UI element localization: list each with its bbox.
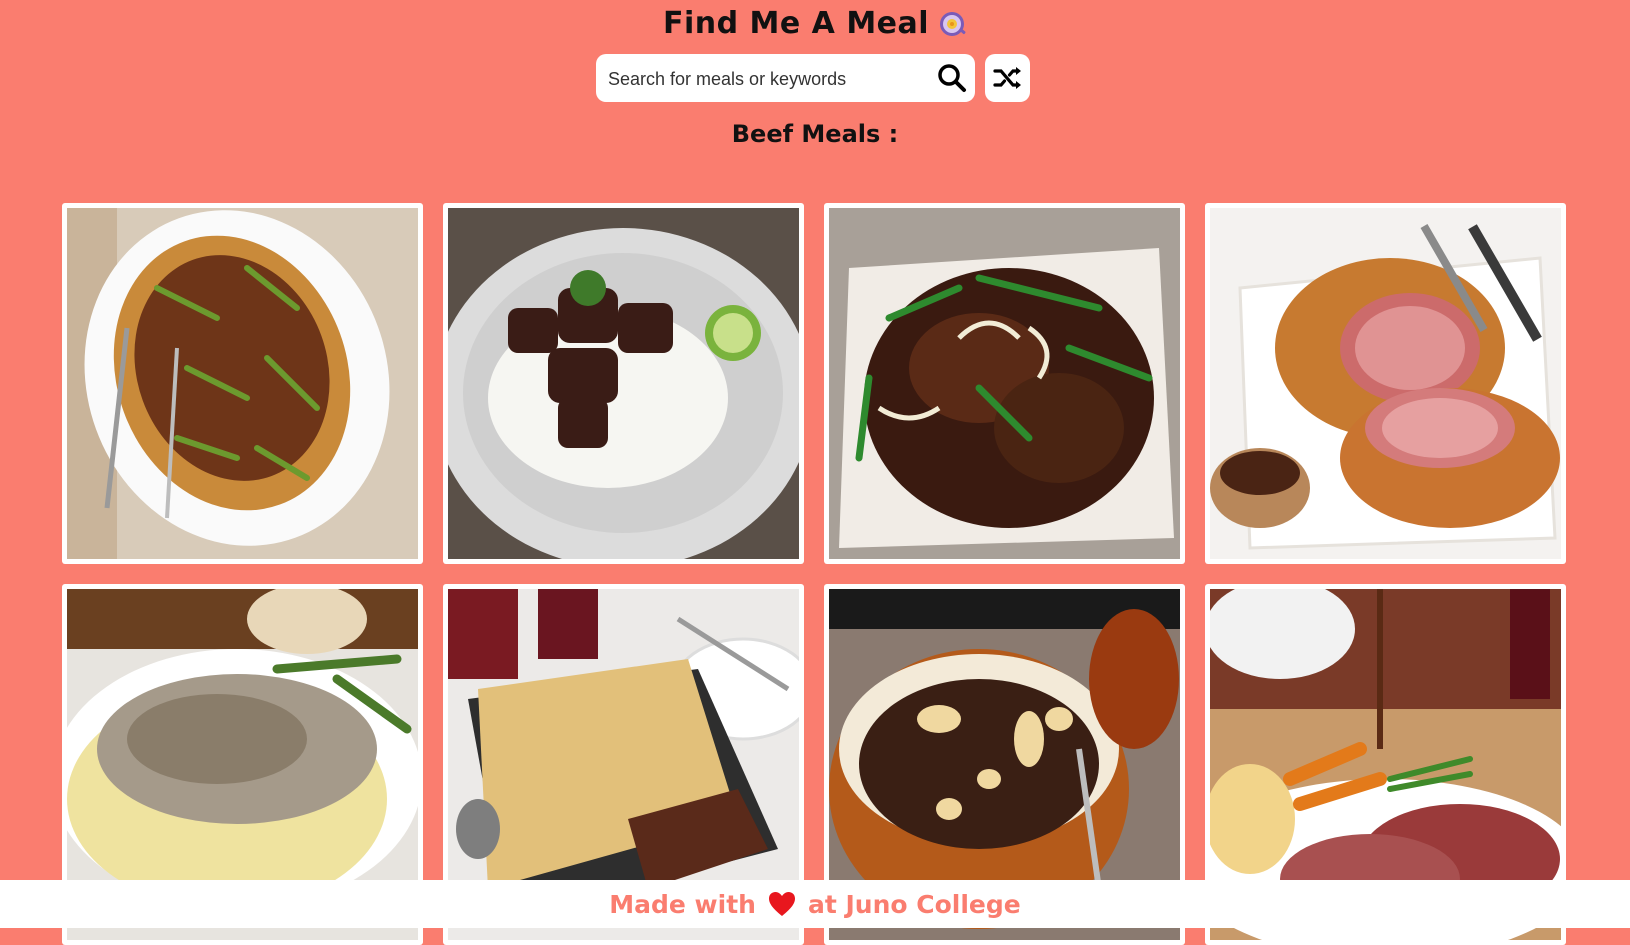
meal-card[interactable] (824, 203, 1185, 564)
search-bar (596, 54, 975, 102)
meal-card[interactable] (1205, 203, 1566, 564)
footer-prefix: Made with (609, 889, 756, 919)
app-title: Find Me A Meal (662, 6, 930, 41)
cooking-pan-icon (937, 9, 967, 39)
meal-image (1210, 208, 1561, 559)
meal-card[interactable] (443, 203, 804, 564)
search-button[interactable] (935, 61, 969, 95)
shuffle-icon (993, 67, 1021, 89)
meal-grid (62, 203, 1566, 945)
meal-image (829, 208, 1180, 559)
footer: Made with at Juno College (0, 880, 1630, 928)
footer-suffix: at Juno College (807, 889, 1021, 919)
search-icon (938, 64, 966, 92)
meal-image (448, 208, 799, 559)
search-input[interactable] (606, 62, 920, 96)
meal-image (67, 208, 418, 559)
meal-card[interactable] (62, 203, 423, 564)
heart-icon (768, 891, 796, 917)
random-meal-button[interactable] (985, 54, 1030, 102)
section-title: Beef Meals : (731, 120, 899, 148)
page-title: Find Me A Meal (0, 6, 1630, 41)
